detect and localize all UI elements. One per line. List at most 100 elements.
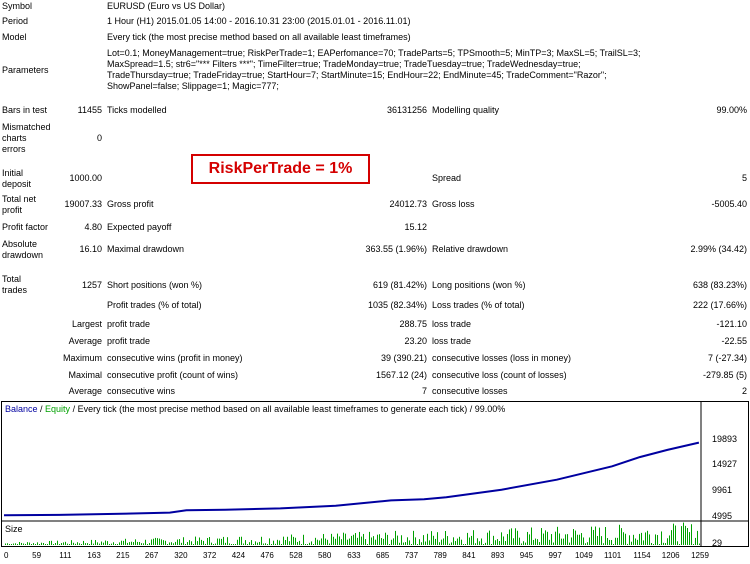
size-bar — [99, 543, 100, 545]
bars-value: 11455 — [77, 105, 102, 115]
size-bar — [507, 534, 508, 545]
quality-value: 99.00% — [716, 105, 747, 115]
size-bar — [65, 541, 66, 545]
size-bar — [593, 529, 594, 545]
size-bar — [335, 538, 336, 545]
x-tick-label: 1259 — [691, 551, 709, 560]
size-bar — [105, 540, 106, 545]
mismatch-label-2: charts — [2, 133, 27, 143]
y-tick-label: 4995 — [712, 511, 732, 521]
size-bar — [289, 541, 290, 545]
size-bar — [557, 526, 558, 545]
size-bar — [305, 544, 306, 545]
absdd-value: 16.10 — [79, 244, 102, 254]
payoff-label: Expected payoff — [107, 222, 172, 232]
size-bar — [85, 543, 86, 545]
size-bar — [129, 542, 130, 545]
size-bar — [423, 535, 424, 545]
size-bar — [363, 533, 364, 545]
size-bar — [441, 539, 442, 545]
size-bar — [617, 537, 618, 545]
parameters-label: Parameters — [2, 65, 49, 75]
avg-closses-value: 2 — [741, 386, 747, 396]
size-bar — [183, 537, 184, 545]
y-tick-label: 9961 — [712, 485, 732, 495]
x-axis-ticks: 0 59 111 163 215 267 320 372 424 476 528 580 633 685 7… — [4, 551, 709, 560]
size-bar — [223, 536, 224, 545]
short-value: 619 (81.42%) — [372, 280, 427, 290]
size-bar — [639, 533, 640, 545]
size-bar — [339, 536, 340, 545]
size-bar — [401, 535, 402, 545]
parameters-line: MaxSpread=1.5; str6="*** Filters ***"; T… — [107, 59, 581, 69]
losstrades-value: 222 (17.66%) — [692, 300, 747, 310]
size-bar — [345, 533, 346, 545]
size-bar — [663, 542, 664, 545]
size-bar — [283, 536, 284, 545]
size-bar — [261, 536, 262, 545]
size-bar — [519, 537, 520, 545]
size-bar — [479, 541, 480, 545]
size-bar — [383, 538, 384, 545]
size-bar — [681, 526, 682, 545]
size-bar — [491, 544, 492, 545]
grossloss-value: -5005.40 — [711, 199, 747, 209]
size-bar — [243, 543, 244, 545]
size-bar — [217, 538, 218, 545]
size-bar — [329, 543, 330, 545]
mismatch-label-3: errors — [2, 144, 26, 154]
size-bar — [633, 534, 634, 545]
x-tick-label: 0 — [4, 551, 9, 560]
size-bar — [267, 544, 268, 545]
size-bar — [511, 528, 512, 545]
balance-chart: Balance / Equity / Every tick (the most … — [0, 401, 750, 562]
size-bar — [355, 533, 356, 545]
size-bar — [271, 544, 272, 545]
x-tick-label: 267 — [145, 551, 159, 560]
size-bar — [325, 538, 326, 545]
size-bar — [83, 540, 84, 545]
size-bar — [665, 543, 666, 545]
size-bar — [127, 542, 128, 545]
x-tick-label: 424 — [232, 551, 246, 560]
ticks-value: 36131256 — [386, 105, 427, 115]
size-bar — [185, 544, 186, 545]
size-bar — [607, 537, 608, 545]
size-bar — [111, 543, 112, 545]
size-bar — [51, 540, 52, 545]
trades-value: 1257 — [81, 280, 102, 290]
size-bar — [225, 542, 226, 545]
size-bar — [419, 539, 420, 545]
x-tick-label: 997 — [548, 551, 562, 560]
size-bar — [87, 543, 88, 545]
y-tick-label: 14927 — [712, 459, 737, 469]
size-bar — [585, 543, 586, 545]
size-bar — [499, 541, 500, 545]
size-bar — [365, 539, 366, 545]
size-bar — [379, 534, 380, 545]
size-bar — [231, 544, 232, 545]
size-bar — [207, 537, 208, 545]
size-bar — [429, 540, 430, 545]
average-loss-value: -22.55 — [721, 336, 747, 346]
size-bar — [237, 539, 238, 545]
size-bar — [645, 532, 646, 545]
size-bar — [103, 542, 104, 545]
parameters-line: ShowPanel=false; Slippage=1; Magic=777; — [107, 81, 279, 91]
size-bar — [27, 542, 28, 545]
size-bar — [543, 533, 544, 545]
size-bar — [151, 539, 152, 545]
size-bar — [667, 538, 668, 545]
largest-label: Largest — [71, 319, 102, 329]
x-tick-label: 215 — [116, 551, 130, 560]
size-bar — [307, 544, 308, 545]
size-bar — [627, 543, 628, 545]
size-bar — [577, 534, 578, 545]
size-bar — [579, 534, 580, 545]
size-bar — [521, 543, 522, 545]
size-bar — [153, 538, 154, 545]
size-bar — [635, 538, 636, 545]
size-bar — [435, 538, 436, 545]
size-bar — [89, 544, 90, 545]
size-bar — [555, 531, 556, 545]
